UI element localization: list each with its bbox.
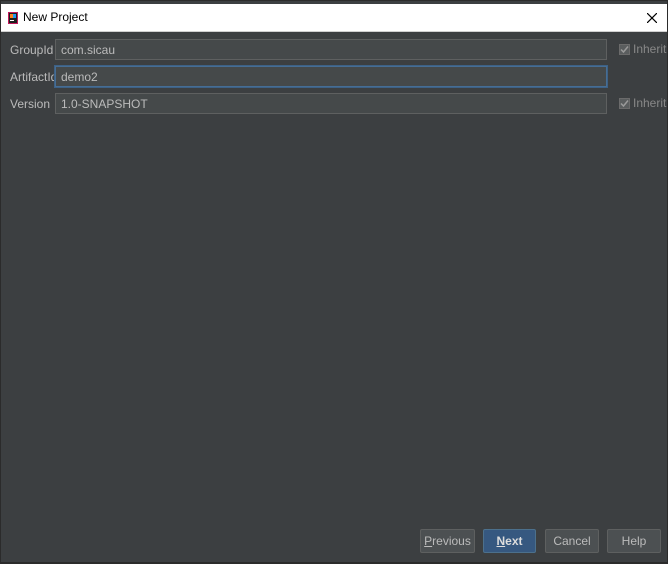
groupid-input[interactable] [55, 39, 607, 60]
artifactid-input[interactable] [55, 66, 607, 87]
checkmark-icon [620, 99, 629, 107]
title-bar: New Project [1, 4, 667, 32]
version-inherit-checkbox[interactable]: Inherit [619, 96, 666, 110]
next-label-rest: ext [505, 534, 523, 548]
app-icon [8, 11, 18, 24]
cancel-button[interactable]: Cancel [545, 529, 599, 553]
version-inherit-label: Inherit [633, 96, 667, 110]
checkbox-box [619, 43, 630, 55]
artifactid-row: ArtifactId [1, 66, 667, 88]
next-button[interactable]: Next [483, 529, 536, 553]
version-input[interactable] [55, 93, 607, 114]
help-button[interactable]: Help [607, 529, 661, 553]
checkbox-box [619, 97, 630, 109]
checkmark-icon [620, 45, 629, 53]
close-button[interactable] [637, 4, 667, 31]
previous-label-rest: revious [432, 534, 471, 548]
new-project-dialog: New Project GroupId Inherit ArtifactId V… [0, 0, 668, 564]
next-mnemonic: N [496, 534, 506, 548]
close-icon [647, 12, 657, 23]
groupid-row: GroupId Inherit [1, 39, 667, 61]
groupid-label: GroupId [10, 43, 54, 57]
groupid-inherit-checkbox[interactable]: Inherit [619, 42, 666, 56]
version-label: Version [10, 97, 51, 111]
dialog-title: New Project [23, 10, 88, 24]
artifactid-label: ArtifactId [10, 70, 58, 84]
groupid-inherit-label: Inherit [633, 42, 667, 56]
version-row: Version Inherit [1, 93, 667, 115]
previous-mnemonic: P [424, 534, 433, 548]
previous-button[interactable]: Previous [420, 529, 475, 553]
